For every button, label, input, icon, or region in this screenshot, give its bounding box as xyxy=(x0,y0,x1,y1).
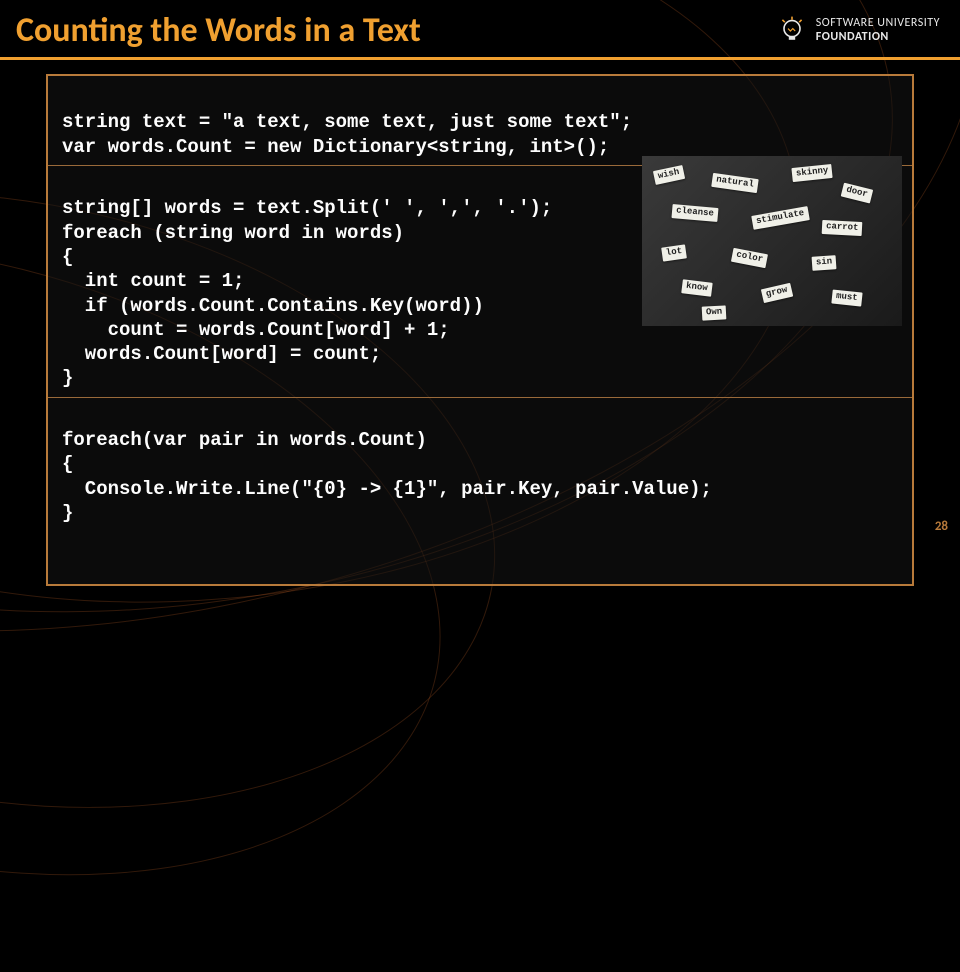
code-line: var words.Count = new Dictionary<string,… xyxy=(62,136,609,158)
code-line: foreach(var pair in words.Count) xyxy=(62,429,427,451)
code-line: { xyxy=(62,246,73,268)
code-line: string[] words = text.Split(' ', ',', '.… xyxy=(62,197,552,219)
code-line: int count = 1; xyxy=(62,270,244,292)
code-line: count = words.Count[word] + 1; xyxy=(62,319,450,341)
lightbulb-icon xyxy=(776,15,808,47)
logo-text-line1: SOFTWARE UNIVERSITY xyxy=(816,17,940,30)
code-line: } xyxy=(62,502,73,524)
code-line: { xyxy=(62,453,73,475)
code-line: } xyxy=(62,367,73,389)
code-block: string text = "a text, some text, just s… xyxy=(46,74,914,586)
code-line: Console.Write.Line("{0} -> {1}", pair.Ke… xyxy=(62,478,712,500)
code-line: words.Count[word] = count; xyxy=(62,343,381,365)
logo-text-line2: FOUNDATION xyxy=(816,31,940,44)
code-line: string text = "a text, some text, just s… xyxy=(62,111,632,133)
slide-title: Counting the Words in a Text xyxy=(16,10,421,51)
word-clippings-image: wish natural skinny door cleanse stimula… xyxy=(642,156,902,326)
brand-logo: SOFTWARE UNIVERSITY FOUNDATION xyxy=(776,15,940,47)
slide-title-bar: Counting the Words in a Text SOFTWARE UN… xyxy=(0,0,960,60)
code-line: if (words.Count.Contains.Key(word)) xyxy=(62,295,484,317)
code-divider xyxy=(48,397,912,398)
code-line: foreach (string word in words) xyxy=(62,222,404,244)
